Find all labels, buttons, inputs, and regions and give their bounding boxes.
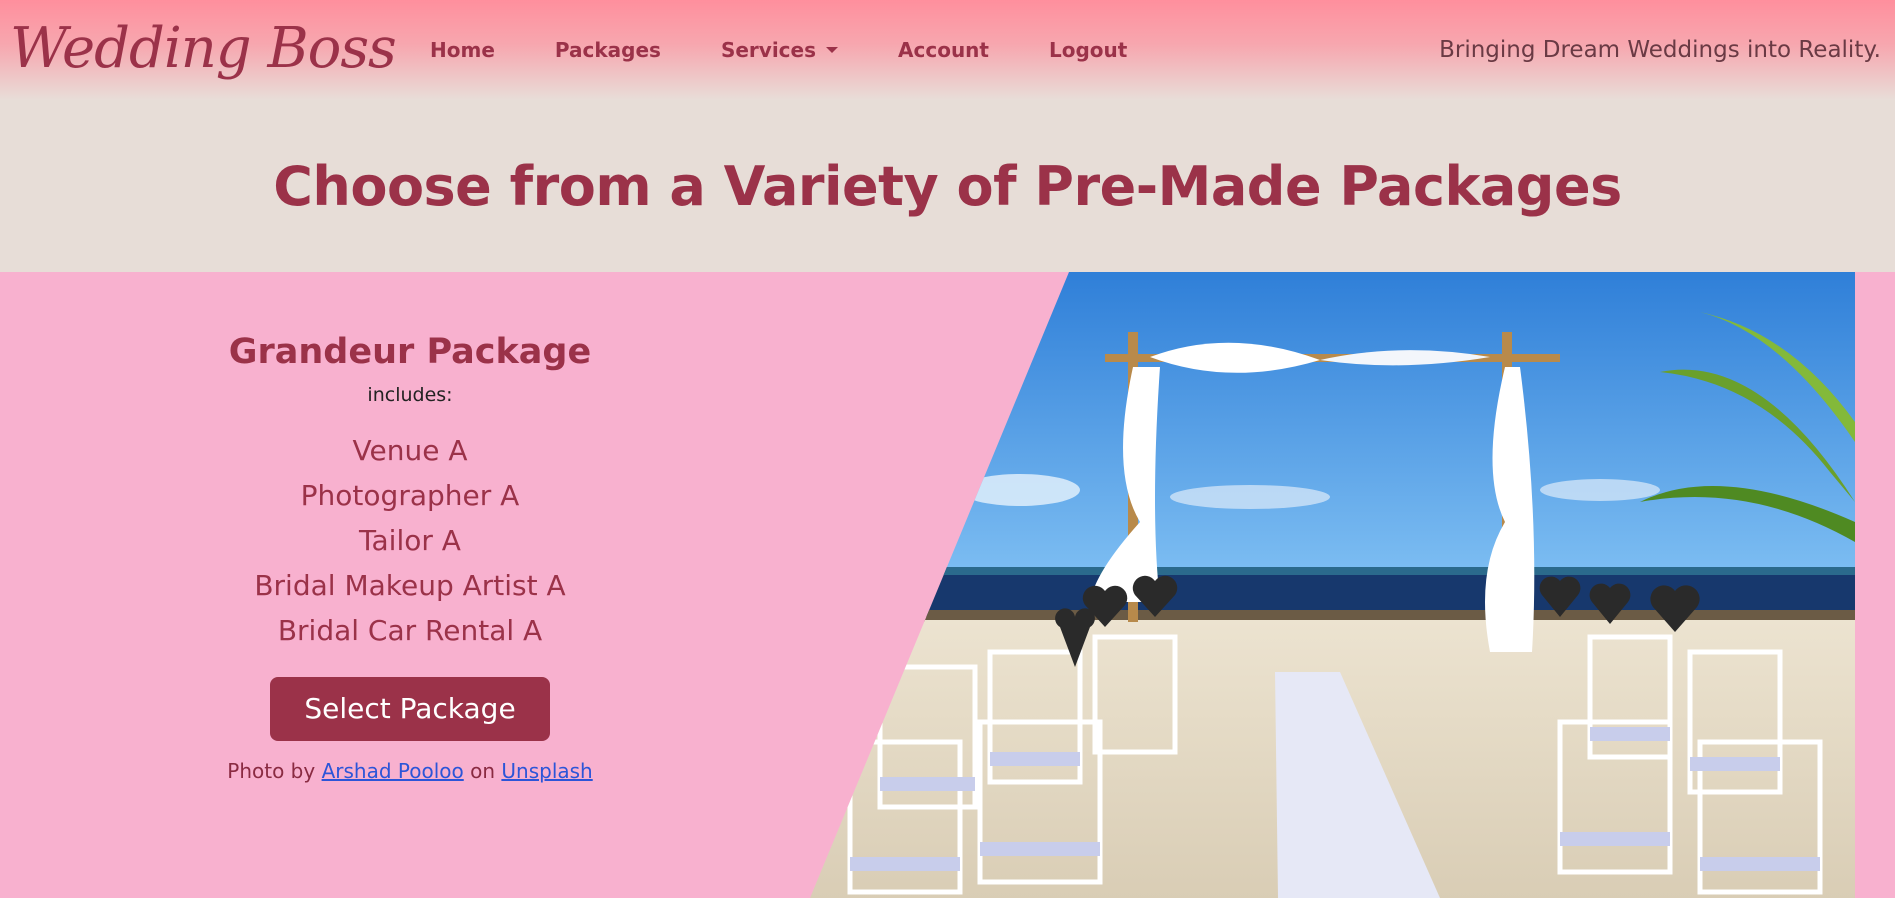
page-heading-band: Choose from a Variety of Pre-Made Packag… <box>0 100 1895 272</box>
nav-home-label: Home <box>430 38 495 62</box>
select-package-button[interactable]: Select Package <box>270 677 550 741</box>
nav-links: Home Packages Services Account Logout <box>400 0 1157 100</box>
nav-account[interactable]: Account <box>898 38 989 62</box>
chevron-down-icon <box>826 47 839 53</box>
vendor-item: Venue A <box>352 434 468 467</box>
vendor-list: Venue A Photographer A Tailor A Bridal M… <box>210 428 610 653</box>
nav-packages-label: Packages <box>554 38 661 62</box>
nav-account-label: Account <box>898 38 989 62</box>
photographer-link[interactable]: Arshad Pooloo <box>322 759 464 783</box>
credit-connector: on <box>470 759 496 783</box>
nav-home[interactable]: Home <box>430 38 495 62</box>
nav-services-label: Services <box>720 38 817 62</box>
tagline: Bringing Dream Weddings into Reality. <box>1439 37 1881 63</box>
vendor-item: Tailor A <box>359 524 461 557</box>
package-card: Grandeur Package includes: Venue A Photo… <box>210 332 610 783</box>
navbar: Wedding Boss Home Packages Services Acco… <box>0 0 1895 100</box>
photo-credit: Photo by Arshad Pooloo on Unsplash <box>210 759 610 783</box>
vendor-item: Photographer A <box>300 479 520 512</box>
nav-logout[interactable]: Logout <box>1049 38 1127 62</box>
unsplash-link[interactable]: Unsplash <box>501 759 592 783</box>
nav-services-dropdown[interactable]: Services <box>720 38 839 62</box>
vendor-item: Bridal Makeup Artist A <box>254 569 566 602</box>
package-title: Grandeur Package <box>228 332 592 372</box>
package-section: Grandeur Package includes: Venue A Photo… <box>0 272 1895 898</box>
includes-label: includes: <box>367 384 453 406</box>
nav-logout-label: Logout <box>1048 38 1128 62</box>
nav-packages[interactable]: Packages <box>555 38 661 62</box>
credit-prefix: Photo by <box>227 759 316 783</box>
brand-logo[interactable]: Wedding Boss <box>10 4 397 94</box>
page-title: Choose from a Variety of Pre-Made Packag… <box>273 154 1622 218</box>
vendor-item: Bridal Car Rental A <box>277 614 543 647</box>
